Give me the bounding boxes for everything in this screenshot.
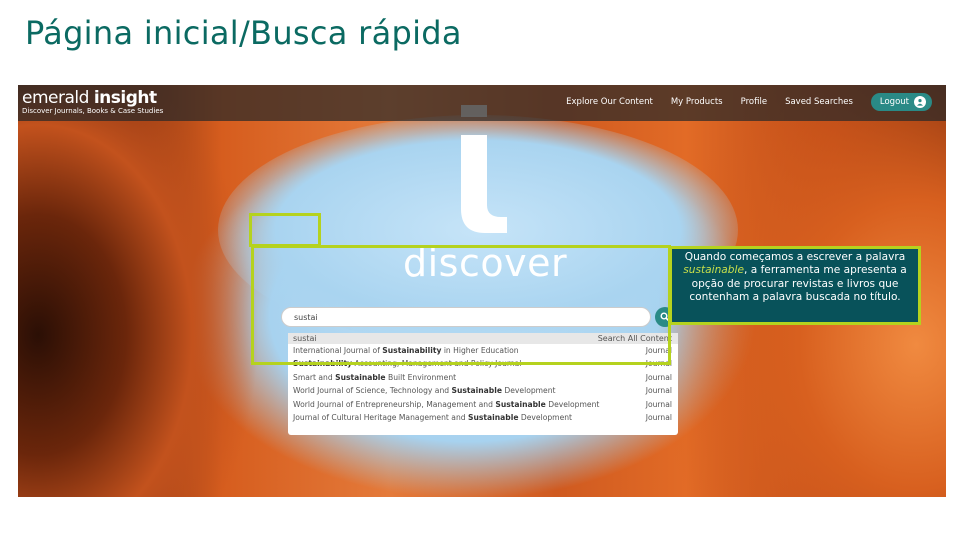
- suggestion-title-post: Built Environment: [385, 372, 457, 382]
- big-i-graphic: [461, 105, 507, 233]
- brand-light: emerald: [22, 88, 94, 108]
- search-highlight-box: [249, 213, 321, 247]
- nav-profile[interactable]: Profile: [741, 97, 767, 107]
- brand-bold: insight: [93, 88, 157, 108]
- suggestion-row[interactable]: Journal of Cultural Heritage Management …: [288, 411, 678, 424]
- nav-explore-content[interactable]: Explore Our Content: [566, 97, 653, 107]
- explanation-callout: Quando começamos a escrever a palavra su…: [669, 246, 921, 325]
- suggestion-title: Journal of Cultural Heritage Management …: [293, 411, 572, 424]
- suggestion-type: Journal: [645, 372, 672, 382]
- suggestion-title-match: Sustainable: [451, 386, 502, 396]
- suggestion-title-post: Development: [501, 386, 556, 396]
- nav-my-products[interactable]: My Products: [671, 97, 723, 107]
- suggestion-title-pre: World Journal of Entrepreneurship, Manag…: [293, 399, 496, 409]
- main-nav: Explore Our Content My Products Profile …: [566, 93, 932, 111]
- suggestion-row[interactable]: World Journal of Entrepreneurship, Manag…: [288, 398, 678, 411]
- callout-keyword: sustainable: [683, 264, 744, 277]
- suggestion-title-pre: Journal of Cultural Heritage Management …: [293, 412, 469, 422]
- suggestion-title-match: Sustainable: [495, 399, 546, 409]
- logout-button[interactable]: Logout: [870, 93, 932, 111]
- suggestion-title: World Journal of Entrepreneurship, Manag…: [293, 398, 599, 411]
- suggestion-title: World Journal of Science, Technology and…: [293, 384, 556, 397]
- emerald-insight-logo[interactable]: emerald insight Discover Journals, Books…: [22, 88, 163, 115]
- suggestion-title-post: Development: [518, 412, 573, 422]
- slide-title: Página inicial/Busca rápida: [25, 14, 462, 52]
- top-navigation-bar: emerald insight Discover Journals, Books…: [18, 85, 946, 121]
- nav-saved-searches[interactable]: Saved Searches: [785, 97, 853, 107]
- suggestion-row[interactable]: Smart and Sustainable Built Environment J…: [288, 371, 678, 384]
- suggestion-title-pre: Smart and: [293, 372, 336, 382]
- logout-label: Logout: [879, 97, 909, 107]
- brand-tagline: Discover Journals, Books & Case Studies: [22, 107, 164, 115]
- callout-prefix: Quando começamos a escrever a palavra: [684, 251, 906, 263]
- suggestion-title-match: Sustainable: [335, 372, 386, 382]
- suggestion-title-post: Development: [545, 399, 600, 409]
- user-icon: [914, 96, 926, 108]
- suggestion-title: Smart and Sustainable Built Environment: [293, 371, 456, 384]
- dropdown-highlight-box: [251, 245, 671, 365]
- suggestion-title-match: Sustainable: [468, 412, 519, 422]
- suggestion-row[interactable]: World Journal of Science, Technology and…: [288, 384, 678, 397]
- suggestion-type: Journal: [645, 386, 672, 396]
- suggestion-type: Journal: [645, 399, 672, 409]
- suggestion-title-pre: World Journal of Science, Technology and: [293, 386, 452, 396]
- suggestion-type: Journal: [645, 412, 672, 422]
